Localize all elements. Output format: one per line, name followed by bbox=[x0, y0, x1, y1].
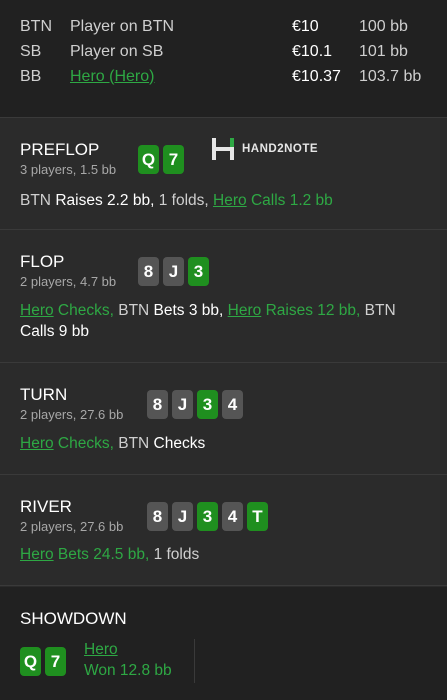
street-actions: BTN Raises 2.2 bb, 1 folds, Hero Calls 1… bbox=[20, 190, 427, 211]
players-table: BTN Player on BTN €10 100 bb SB Player o… bbox=[0, 0, 447, 118]
player-name: Player on SB bbox=[70, 42, 164, 60]
board-cards: 8 J 3 4 bbox=[147, 390, 243, 419]
action-text: Calls 1.2 bb bbox=[250, 192, 333, 209]
player-stack-bb: 100 bb bbox=[359, 17, 408, 35]
card: J bbox=[172, 390, 193, 419]
action-player: BTN bbox=[118, 302, 150, 319]
street-summary: 2 players, 27.6 bb bbox=[20, 407, 124, 422]
player-row: BTN Player on BTN €10 100 bb bbox=[20, 14, 447, 39]
street-title: PREFLOP bbox=[20, 140, 100, 159]
card: T bbox=[247, 502, 268, 531]
card: 3 bbox=[197, 502, 218, 531]
player-row: SB Player on SB €10.1 101 bb bbox=[20, 39, 447, 64]
player-stack-bb: 103.7 bb bbox=[359, 67, 422, 85]
action-text: 1 folds bbox=[153, 546, 200, 563]
player-row: BB Hero (Hero) €10.37 103.7 bb bbox=[20, 64, 447, 89]
showdown-result: Won 12.8 bb bbox=[84, 662, 172, 679]
hero-link[interactable]: Hero bbox=[20, 435, 54, 452]
action-text: Bets 3 bb, bbox=[153, 302, 224, 319]
card: 3 bbox=[197, 390, 218, 419]
card: 4 bbox=[222, 502, 243, 531]
action-text: Raises 2.2 bb, bbox=[55, 192, 155, 209]
board-cards: 8 J 3 4 T bbox=[147, 502, 268, 531]
action-text: Raises 12 bb, bbox=[265, 302, 361, 319]
hole-cards: Q 7 bbox=[138, 145, 184, 174]
player-position: SB bbox=[20, 42, 42, 60]
hero-link[interactable]: Hero bbox=[20, 546, 54, 563]
street-summary: 2 players, 27.6 bb bbox=[20, 519, 124, 534]
showdown-cards: Q 7 bbox=[20, 647, 66, 676]
card: J bbox=[163, 257, 184, 286]
action-text: Bets 24.5 bb, bbox=[57, 546, 150, 563]
card: 7 bbox=[45, 647, 66, 676]
card: 8 bbox=[147, 390, 168, 419]
hand2note-logo-text: HAND2NOTE bbox=[242, 143, 319, 155]
player-stack: €10.1 bbox=[292, 42, 333, 60]
street-summary: 2 players, 4.7 bb bbox=[20, 274, 117, 289]
hero-link[interactable]: Hero bbox=[213, 192, 247, 209]
showdown-hero-link[interactable]: Hero bbox=[84, 641, 118, 659]
card: Q bbox=[20, 647, 41, 676]
hand2note-logo: HAND2NOTE bbox=[212, 138, 318, 160]
hand-history-panel: BTN Player on BTN €10 100 bb SB Player o… bbox=[0, 0, 447, 700]
player-stack: €10.37 bbox=[292, 67, 341, 85]
action-player: BTN bbox=[20, 192, 51, 209]
player-name-hero-link[interactable]: Hero (Hero) bbox=[70, 68, 292, 86]
street-actions: Hero Bets 24.5 bb, 1 folds bbox=[20, 544, 427, 565]
showdown-title: SHOWDOWN bbox=[20, 609, 127, 628]
player-position: BTN bbox=[20, 17, 52, 35]
street-flop: FLOP 2 players, 4.7 bb 8 J 3 Hero Checks… bbox=[0, 230, 447, 363]
card: 8 bbox=[138, 257, 159, 286]
hero-link[interactable]: Hero bbox=[228, 302, 262, 319]
card: Q bbox=[138, 145, 159, 174]
player-stack: €10 bbox=[292, 17, 319, 35]
hero-name-text[interactable]: Hero (Hero) bbox=[70, 68, 154, 85]
card: J bbox=[172, 502, 193, 531]
street-actions: Hero Checks, BTN Bets 3 bb, Hero Raises … bbox=[20, 300, 427, 342]
action-text: Checks bbox=[153, 435, 206, 452]
showdown-section: SHOWDOWN Q 7 Hero Won 12.8 bb bbox=[0, 587, 447, 700]
street-river: RIVER 2 players, 27.6 bb 8 J 3 4 T Hero … bbox=[0, 475, 447, 586]
card: 3 bbox=[188, 257, 209, 286]
card: 7 bbox=[163, 145, 184, 174]
player-position: BB bbox=[20, 67, 42, 85]
divider bbox=[194, 639, 195, 683]
street-actions: Hero Checks, BTN Checks bbox=[20, 433, 427, 454]
card: 4 bbox=[222, 390, 243, 419]
street-turn: TURN 2 players, 27.6 bb 8 J 3 4 Hero Che… bbox=[0, 363, 447, 475]
player-name: Player on BTN bbox=[70, 17, 175, 35]
action-text: Checks, bbox=[57, 435, 114, 452]
action-player: BTN bbox=[118, 435, 150, 452]
street-summary: 3 players, 1.5 bb bbox=[20, 162, 117, 177]
action-player: BTN bbox=[364, 302, 396, 319]
street-title: RIVER bbox=[20, 497, 72, 516]
street-title: TURN bbox=[20, 385, 68, 404]
action-text: Calls bbox=[20, 323, 55, 340]
street-preflop: PREFLOP 3 players, 1.5 bb Q 7 HAND2NOTE … bbox=[0, 118, 447, 230]
card: 8 bbox=[147, 502, 168, 531]
street-title: FLOP bbox=[20, 252, 65, 271]
action-text: Checks, bbox=[57, 302, 114, 319]
action-text: 9 bb bbox=[58, 323, 89, 340]
board-cards: 8 J 3 bbox=[138, 257, 209, 286]
action-text: 1 folds, bbox=[158, 192, 209, 209]
hero-link[interactable]: Hero bbox=[20, 302, 54, 319]
hand2note-logo-icon bbox=[212, 138, 236, 160]
player-stack-bb: 101 bb bbox=[359, 42, 408, 60]
